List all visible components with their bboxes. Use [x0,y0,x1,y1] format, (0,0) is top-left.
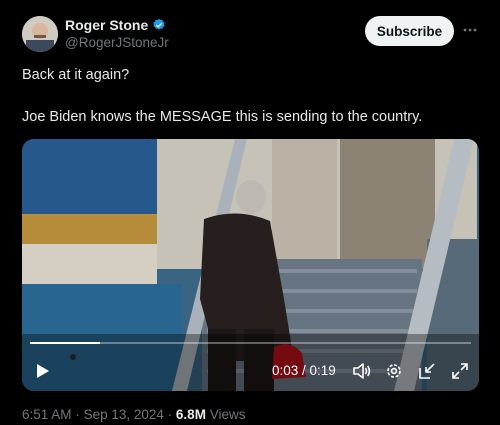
video-player[interactable] [22,139,479,391]
post-date[interactable]: Sep 13, 2024 [84,407,164,422]
avatar[interactable] [22,16,58,52]
views-label: Views [209,407,246,422]
play-icon[interactable] [33,362,51,380]
more-horizontal-icon[interactable] [462,22,478,38]
meta-separator: · [75,407,80,422]
tweet-text-line-2: Joe Biden knows the MESSAGE this is send… [22,109,423,125]
post-time[interactable]: 6:51 AM [22,407,72,422]
tweet-meta: 6:51 AM · Sep 13, 2024 · 6.8M Views [22,407,245,422]
fullscreen-icon[interactable] [451,362,469,380]
meta-separator-2: · [167,407,173,422]
pip-icon[interactable] [418,362,436,380]
video-time-display: 0:03 / 0:19 [272,363,336,378]
author-name-row: Roger Stone [65,17,166,33]
views-count: 6.8M [175,407,206,422]
tweet-text-line-1: Back at it again? [22,67,130,83]
author-name[interactable]: Roger Stone [65,17,148,33]
settings-icon[interactable] [385,362,403,380]
video-frame [22,139,479,391]
subscribe-button[interactable]: Subscribe [365,16,454,46]
scrub-handle-icon[interactable] [68,352,78,362]
verified-badge-icon [153,18,165,30]
progress-fill [30,342,100,344]
progress-track[interactable] [30,342,471,344]
tweet: Roger Stone @RogerJStoneJr Subscribe Bac… [0,0,500,425]
volume-icon[interactable] [352,362,372,380]
author-handle[interactable]: @RogerJStoneJr [65,35,169,50]
